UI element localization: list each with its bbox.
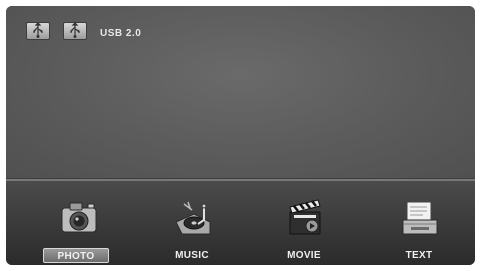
menu-item-text[interactable]: TEXT [379, 198, 459, 265]
media-player-screen: USB 2.0 PHOTO MUSIC MOVIE TEXT [6, 6, 475, 265]
menu-item-label: PHOTO [43, 248, 109, 263]
document-tray-icon [397, 194, 443, 240]
usb-source-label: USB 2.0 [100, 28, 142, 39]
menu-item-label: MOVIE [287, 250, 321, 261]
turntable-icon [170, 194, 216, 240]
usb-device-1-icon[interactable] [26, 22, 50, 40]
menu-item-label: MUSIC [175, 250, 209, 261]
menu-item-movie[interactable]: MOVIE [264, 198, 344, 265]
usb-device-2-icon[interactable] [63, 22, 87, 40]
clapperboard-icon [282, 194, 328, 240]
menu-item-photo[interactable]: PHOTO [38, 198, 118, 265]
menu-item-music[interactable]: MUSIC [152, 198, 232, 265]
menu-item-label: TEXT [405, 250, 433, 261]
camera-icon [56, 194, 102, 240]
